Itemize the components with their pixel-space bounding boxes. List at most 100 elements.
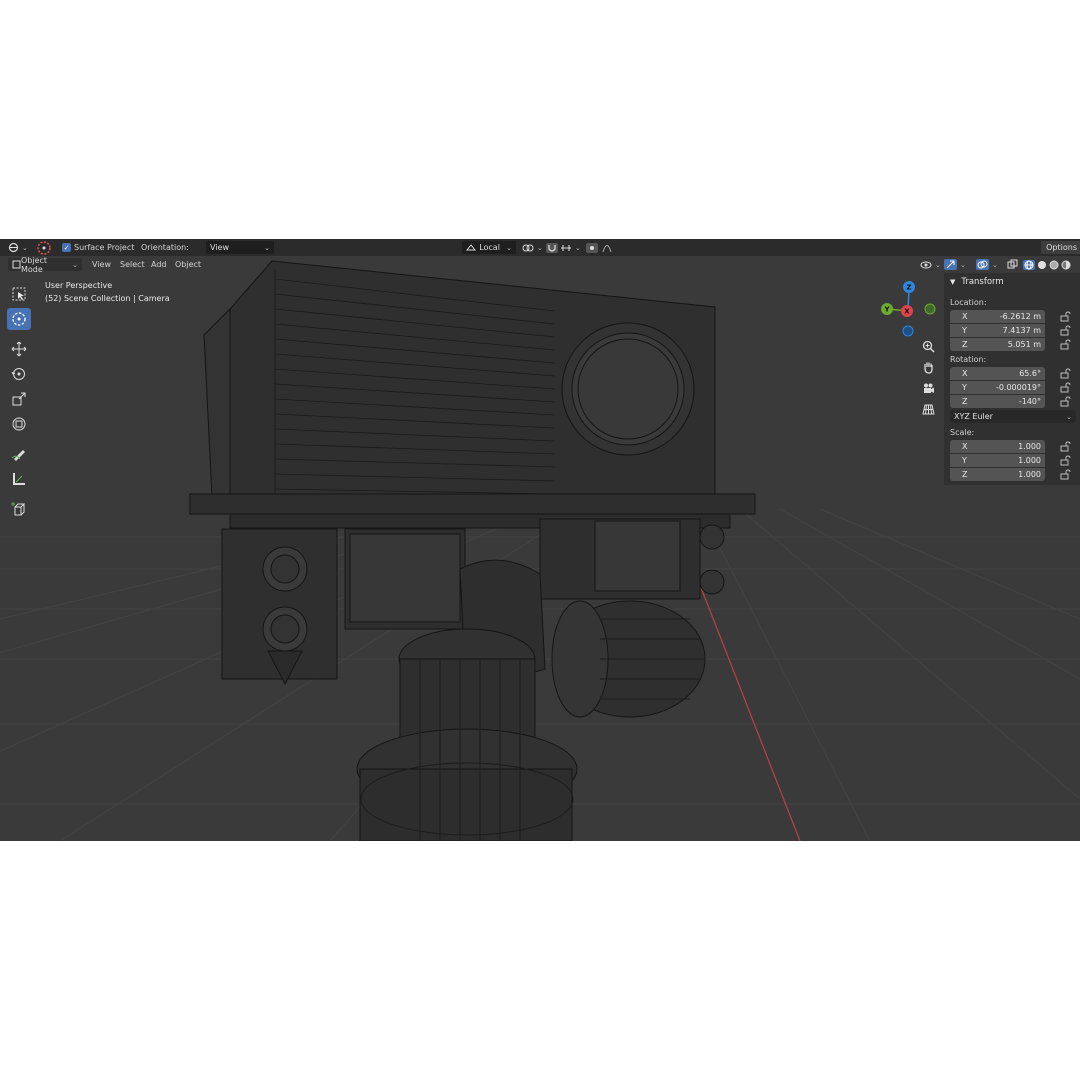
- axis-label: X: [962, 369, 968, 378]
- field-value: -6.2612 m: [999, 312, 1041, 321]
- move-icon: [11, 341, 27, 357]
- field-value: 1.000: [1018, 442, 1041, 451]
- material-shading-icon[interactable]: [1049, 260, 1059, 270]
- add-cube-tool[interactable]: [7, 498, 31, 520]
- navigation-gizmo[interactable]: Z Y X: [878, 279, 942, 343]
- snap-increment-icon: [560, 243, 572, 253]
- options-button[interactable]: Options: [1041, 241, 1080, 254]
- axis-label: Z: [962, 340, 968, 349]
- rotation-y-field[interactable]: Y -0.000019°: [950, 381, 1045, 394]
- lock-icon[interactable]: [1059, 441, 1071, 452]
- snap-toggle[interactable]: [546, 241, 558, 254]
- pivot-dropdown[interactable]: Local ⌄: [462, 241, 516, 254]
- blender-3d-viewport[interactable]: ⌄ ✓ Surface Project Orientation: View ⌄ …: [0, 239, 1080, 841]
- proportional-falloff-toggle[interactable]: [586, 241, 612, 254]
- shading-modes[interactable]: [1023, 258, 1071, 271]
- rendered-shading-icon[interactable]: [1061, 260, 1071, 270]
- chevron-down-icon: ⌄: [1066, 412, 1072, 421]
- scale-x-field[interactable]: X 1.000: [950, 440, 1045, 453]
- scale-label: Scale:: [950, 428, 975, 437]
- lock-icon[interactable]: [1059, 368, 1071, 379]
- rotation-z-field[interactable]: Z -140°: [950, 395, 1045, 408]
- cursor-icon: [12, 312, 26, 326]
- transform-panel-header[interactable]: ▼ Transform: [944, 273, 1080, 291]
- axis-label: Z: [962, 397, 968, 406]
- lock-icon[interactable]: [1059, 396, 1071, 407]
- chevron-down-icon: ⌄: [575, 243, 581, 252]
- measure-tool[interactable]: [7, 468, 31, 490]
- annotate-icon: [11, 450, 25, 461]
- axis-label: Y: [962, 326, 967, 335]
- cursor-tool[interactable]: [7, 308, 31, 330]
- rotation-mode-value: XYZ Euler: [954, 412, 993, 421]
- overlay-icon: [976, 259, 989, 270]
- annotate-tool[interactable]: [7, 443, 31, 465]
- camera-icon: [924, 383, 934, 393]
- proportional-editing-button[interactable]: ⌄: [522, 241, 543, 254]
- lock-icon[interactable]: [1059, 311, 1071, 322]
- xray-toggle[interactable]: [1007, 258, 1018, 271]
- chevron-down-icon: ⌄: [935, 260, 941, 269]
- select-box-tool[interactable]: [7, 283, 31, 305]
- eye-icon: [920, 260, 932, 270]
- collapse-arrow-icon: ▼: [950, 278, 956, 286]
- field-value: 65.6°: [1019, 369, 1041, 378]
- wireframe-model: [189, 260, 756, 841]
- transform-icon: [12, 417, 26, 431]
- lock-icon[interactable]: [1059, 455, 1071, 466]
- checkbox-icon[interactable]: ✓: [62, 243, 71, 252]
- visibility-dropdown[interactable]: ⌄: [920, 258, 941, 271]
- transform-tool[interactable]: [7, 413, 31, 435]
- location-y-field[interactable]: Y 7.4137 m: [950, 324, 1045, 337]
- surface-project-label: Surface Project: [74, 243, 135, 252]
- scale-icon: [12, 392, 26, 406]
- menu-add[interactable]: Add: [151, 258, 167, 271]
- scale-tool[interactable]: [7, 388, 31, 410]
- lock-icon[interactable]: [1059, 469, 1071, 480]
- field-value: 7.4137 m: [1002, 326, 1041, 335]
- hand-icon: [924, 362, 933, 374]
- rotation-label: Rotation:: [950, 355, 987, 364]
- solid-shading-icon[interactable]: [1037, 260, 1047, 270]
- chevron-down-icon: ⌄: [506, 243, 512, 252]
- rotate-icon: [11, 368, 25, 380]
- wireframe-shading-icon[interactable]: [1023, 259, 1035, 270]
- location-x-field[interactable]: X -6.2612 m: [950, 310, 1045, 323]
- zoom-icon: [922, 340, 935, 353]
- lock-icon[interactable]: [1059, 339, 1071, 350]
- rotation-mode-dropdown[interactable]: XYZ Euler ⌄: [950, 410, 1076, 423]
- rotation-x-field[interactable]: X 65.6°: [950, 367, 1045, 380]
- gizmo-y-label: Y: [883, 306, 890, 314]
- orientation-dropdown[interactable]: View ⌄: [206, 241, 274, 254]
- zoom-view-button[interactable]: [918, 338, 939, 354]
- mode-dropdown[interactable]: Object Mode ⌄: [8, 256, 82, 274]
- axis-label: X: [962, 312, 968, 321]
- menu-object[interactable]: Object: [175, 258, 201, 271]
- axis-label: Y: [962, 383, 967, 392]
- location-label: Location:: [950, 298, 987, 307]
- chevron-down-icon: ⌄: [960, 260, 966, 269]
- lock-icon[interactable]: [1059, 382, 1071, 393]
- camera-view-button[interactable]: [918, 380, 939, 396]
- snap-target-dropdown[interactable]: ⌄: [560, 241, 581, 254]
- menu-select[interactable]: Select: [120, 258, 145, 271]
- location-z-field[interactable]: Z 5.051 m: [950, 338, 1045, 351]
- grid-perspective-icon: [922, 404, 935, 414]
- scale-y-field[interactable]: Y 1.000: [950, 454, 1045, 467]
- perspective-toggle-button[interactable]: [918, 401, 939, 417]
- menu-view[interactable]: View: [92, 258, 111, 271]
- editor-type-button[interactable]: ⌄: [8, 241, 28, 254]
- chevron-down-icon: ⌄: [264, 243, 270, 252]
- pan-view-button[interactable]: [918, 359, 939, 375]
- gizmo-z-label: Z: [906, 284, 911, 292]
- options-label: Options: [1046, 243, 1077, 252]
- gizmo-toggle[interactable]: ⌄: [944, 258, 966, 271]
- rotate-tool[interactable]: [7, 363, 31, 385]
- overlay-toggle[interactable]: ⌄: [976, 258, 998, 271]
- move-tool[interactable]: [7, 338, 31, 360]
- chevron-down-icon: ⌄: [72, 260, 78, 269]
- scale-z-field[interactable]: Z 1.000: [950, 468, 1045, 481]
- lock-icon[interactable]: [1059, 325, 1071, 336]
- cursor-tool-icon[interactable]: [36, 240, 52, 255]
- surface-project-toggle[interactable]: ✓ Surface Project: [62, 241, 134, 254]
